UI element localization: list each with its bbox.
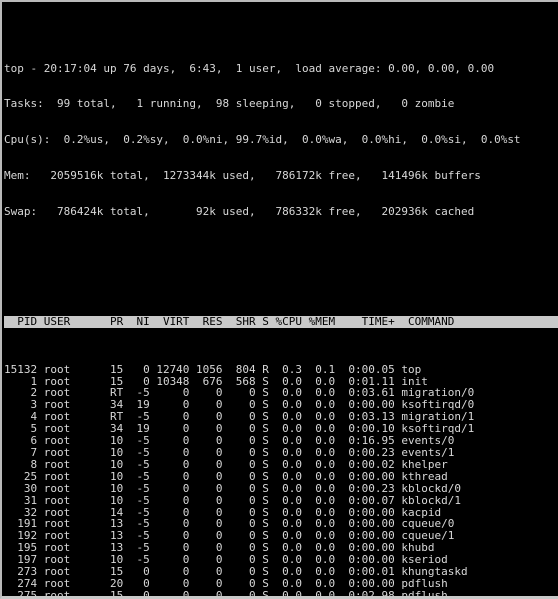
summary-table-divider [4, 277, 558, 280]
process-table-header[interactable]: PID USER PR NI VIRT RES SHR S %CPU %MEM … [4, 315, 558, 328]
cpu-line: Cpu(s): 0.2%us, 0.2%sy, 0.0%ni, 99.7%id,… [4, 133, 521, 147]
table-row[interactable]: 30 root 10 -5 0 0 0 S 0.0 0.0 0:00.23 kb… [4, 482, 558, 495]
table-row[interactable]: 275 root 15 0 0 0 0 S 0.0 0.0 0:02.98 pd… [4, 589, 558, 596]
swap-line: Swap: 786424k total, 92k used, 786332k f… [4, 204, 475, 218]
process-table-body: 15132 root 15 0 12740 1056 804 R 0.3 0.1… [4, 363, 558, 596]
uptime-line: top - 20:17:04 up 76 days, 6:43, 1 user,… [4, 61, 495, 75]
table-row[interactable]: 25 root 10 -5 0 0 0 S 0.0 0.0 0:00.00 kt… [4, 470, 558, 483]
summary-area: top - 20:17:04 up 76 days, 6:43, 1 user,… [4, 38, 558, 242]
terminal-window[interactable]: top - 20:17:04 up 76 days, 6:43, 1 user,… [0, 0, 558, 599]
tasks-line: Tasks: 99 total, 1 running, 98 sleeping,… [4, 97, 455, 111]
top-screen: top - 20:17:04 up 76 days, 6:43, 1 user,… [2, 2, 558, 596]
table-row[interactable]: 31 root 10 -5 0 0 0 S 0.0 0.0 0:00.07 kb… [4, 494, 558, 507]
table-row[interactable]: 15132 root 15 0 12740 1056 804 R 0.3 0.1… [4, 363, 558, 376]
memory-line: Mem: 2059516k total, 1273344k used, 7861… [4, 168, 481, 182]
